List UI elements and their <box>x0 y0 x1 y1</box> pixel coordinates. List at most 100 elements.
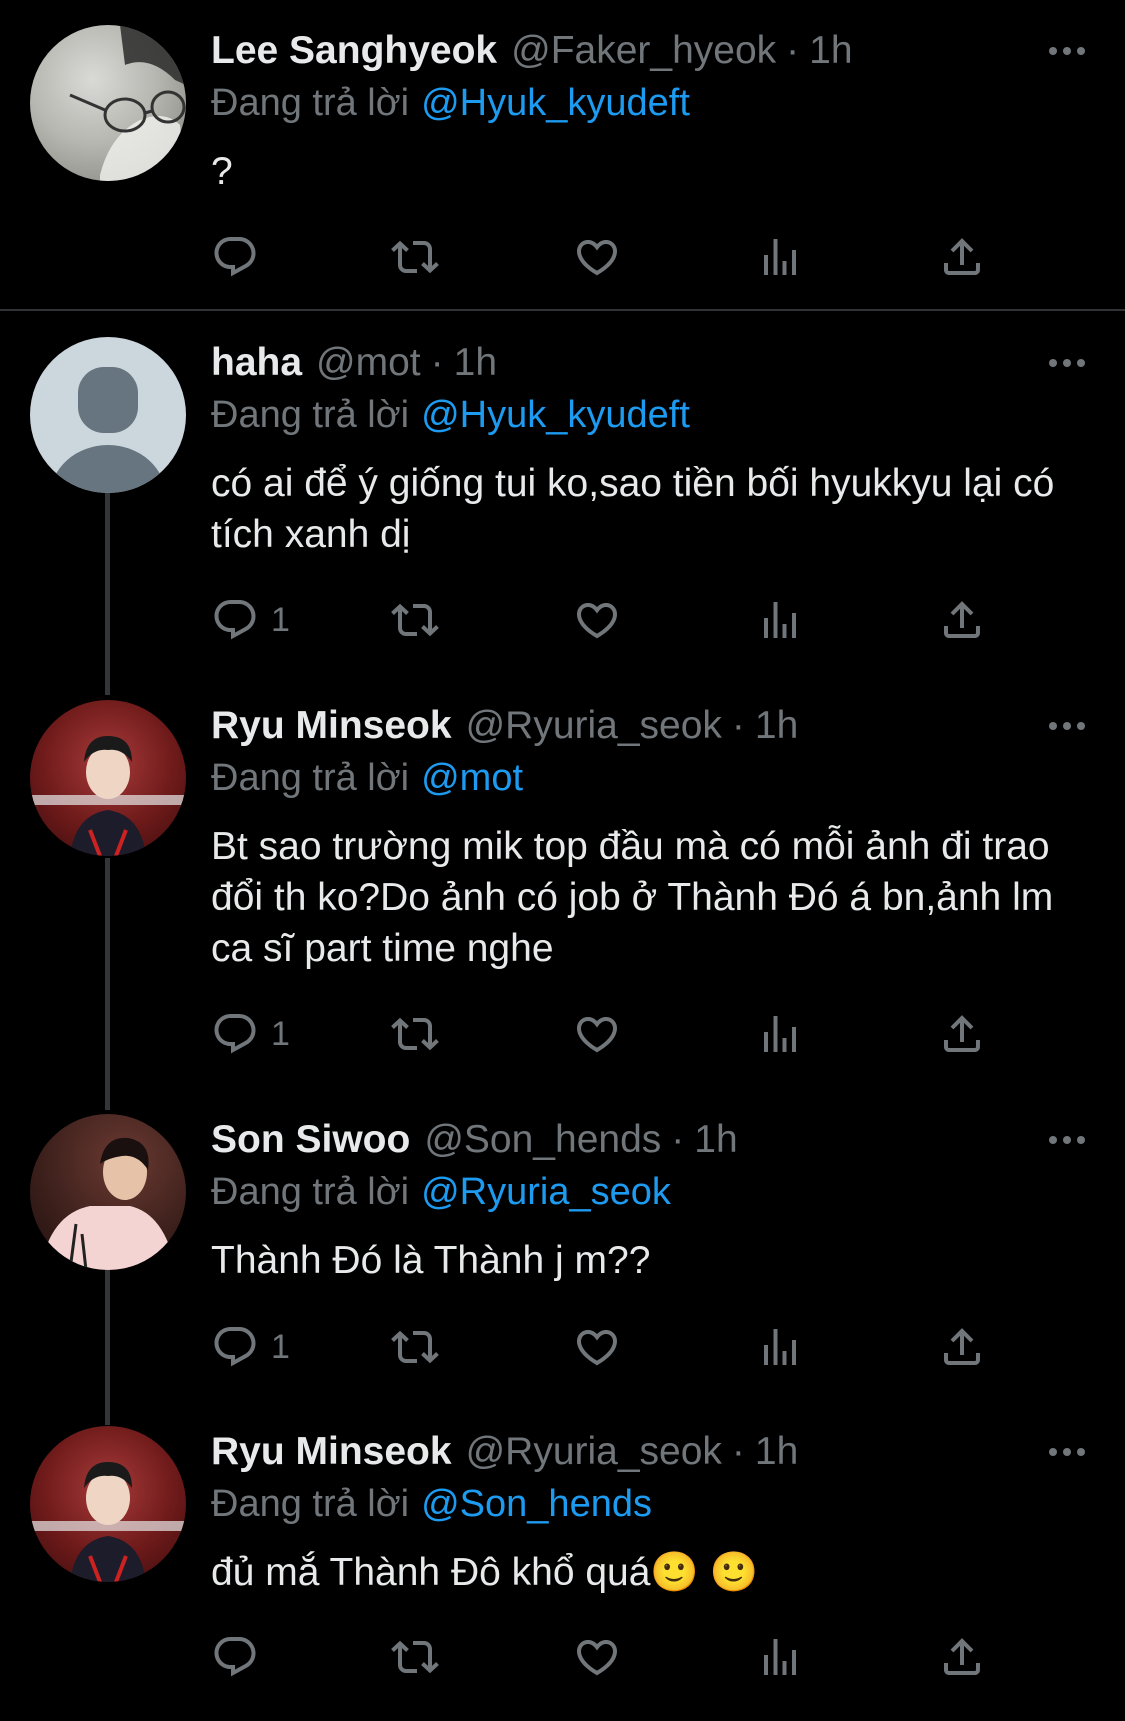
replying-to-handle[interactable]: @Hyuk_kyudeft <box>421 82 690 124</box>
person-photo-icon <box>40 1137 176 1270</box>
share-icon <box>938 233 986 281</box>
user-handle[interactable]: @Faker_hyeok <box>511 29 776 73</box>
user-handle[interactable]: @Son_hends <box>424 1118 661 1162</box>
views-button[interactable] <box>756 233 804 281</box>
son-photo-avatar[interactable] <box>30 1114 186 1270</box>
replying-to-handle[interactable]: @Son_hends <box>421 1483 652 1525</box>
separator-dot: · <box>786 29 800 72</box>
share-button[interactable] <box>938 233 986 281</box>
views-button[interactable] <box>756 596 804 644</box>
display-name[interactable]: Son Siwoo <box>211 1118 410 1162</box>
default-avatar[interactable] <box>30 337 186 493</box>
display-name[interactable]: Lee Sanghyeok <box>211 29 497 73</box>
retweet-icon <box>391 1010 439 1058</box>
like-icon <box>573 596 621 644</box>
timestamp[interactable]: 1h <box>454 341 497 385</box>
glasses-icon <box>69 25 186 181</box>
replying-to-label: Đang trả lời <box>211 1483 410 1525</box>
reply-count: 1 <box>271 1014 290 1053</box>
tweet[interactable]: haha @mot · 1h Đang trả lời @Hyuk_kyudeft… <box>0 312 1125 692</box>
tweet-text: có ai để ý giống tui ko,sao tiền bối hyu… <box>211 462 1055 556</box>
reply-button[interactable]: 1 <box>211 596 290 644</box>
divider <box>0 309 1125 311</box>
timestamp[interactable]: 1h <box>755 1430 798 1474</box>
user-handle[interactable]: @mot <box>316 341 421 385</box>
retweet-button[interactable] <box>391 1323 439 1371</box>
like-icon <box>573 1633 621 1681</box>
timestamp[interactable]: 1h <box>809 29 852 73</box>
timestamp[interactable]: 1h <box>694 1118 737 1162</box>
views-button[interactable] <box>756 1010 804 1058</box>
views-icon <box>756 1323 804 1371</box>
like-button[interactable] <box>573 1633 621 1681</box>
tweet[interactable]: Son Siwoo @Son_hends · 1h Đang trả lời @R… <box>0 1089 1125 1419</box>
person-photo-icon <box>30 1462 186 1582</box>
replying-to-handle[interactable]: @Ryuria_seok <box>421 1171 671 1213</box>
retweet-button[interactable] <box>391 1010 439 1058</box>
like-button[interactable] <box>573 1323 621 1371</box>
replying-to-label: Đang trả lời <box>211 757 410 799</box>
replying-to-label: Đang trả lời <box>211 82 410 124</box>
user-handle[interactable]: @Ryuria_seok <box>466 1430 722 1474</box>
share-button[interactable] <box>938 1323 986 1371</box>
views-button[interactable] <box>756 1323 804 1371</box>
tweet[interactable]: Ryu Minseok @Ryuria_seok · 1h Đang trả l… <box>0 675 1125 1095</box>
tweet[interactable]: Lee Sanghyeok @Faker_hyeok · 1h Đang trả… <box>0 0 1125 310</box>
share-icon <box>938 1633 986 1681</box>
retweet-button[interactable] <box>391 1633 439 1681</box>
replying-to: Đang trả lời @Hyuk_kyudeft <box>211 390 690 440</box>
reply-icon <box>211 233 259 281</box>
retweet-icon <box>391 1323 439 1371</box>
like-button[interactable] <box>573 233 621 281</box>
reply-icon <box>211 1633 259 1681</box>
display-name[interactable]: haha <box>211 341 302 385</box>
share-button[interactable] <box>938 1633 986 1681</box>
like-icon <box>573 233 621 281</box>
separator-dot: · <box>671 1118 685 1161</box>
replying-to-handle[interactable]: @Hyuk_kyudeft <box>421 394 690 436</box>
action-bar <box>211 233 1011 289</box>
more-icon[interactable] <box>1049 1426 1085 1478</box>
ryu-photo-avatar[interactable] <box>30 700 186 856</box>
retweet-button[interactable] <box>391 596 439 644</box>
views-button[interactable] <box>756 1633 804 1681</box>
faker-photo-avatar[interactable] <box>30 25 186 181</box>
more-icon[interactable] <box>1049 700 1085 752</box>
timestamp[interactable]: 1h <box>755 704 798 748</box>
ryu-photo-avatar[interactable] <box>30 1426 186 1582</box>
tweet-header: Ryu Minseok @Ryuria_seok · 1h <box>211 700 1085 752</box>
retweet-button[interactable] <box>391 233 439 281</box>
separator-dot: · <box>430 341 444 384</box>
user-handle[interactable]: @Ryuria_seok <box>466 704 722 748</box>
more-icon[interactable] <box>1049 1114 1085 1166</box>
more-icon[interactable] <box>1049 25 1085 77</box>
person-photo-icon <box>30 736 186 856</box>
separator-dot: · <box>731 1430 745 1473</box>
action-bar: 1 <box>211 1010 1011 1066</box>
views-icon <box>756 1010 804 1058</box>
reply-count: 1 <box>271 600 290 639</box>
more-icon[interactable] <box>1049 337 1085 389</box>
like-button[interactable] <box>573 1010 621 1058</box>
replying-to-handle[interactable]: @mot <box>421 757 523 799</box>
reply-icon <box>211 596 259 644</box>
like-button[interactable] <box>573 596 621 644</box>
tweet-text: Thành Đó là Thành j m?? <box>211 1239 651 1282</box>
reply-button[interactable]: 1 <box>211 1323 290 1371</box>
display-name[interactable]: Ryu Minseok <box>211 1430 452 1474</box>
tweet-text: ? <box>211 150 233 193</box>
share-button[interactable] <box>938 596 986 644</box>
share-icon <box>938 1323 986 1371</box>
reply-icon <box>211 1010 259 1058</box>
reply-button[interactable] <box>211 1633 271 1681</box>
reply-button[interactable] <box>211 233 271 281</box>
reply-button[interactable]: 1 <box>211 1010 290 1058</box>
retweet-icon <box>391 596 439 644</box>
display-name[interactable]: Ryu Minseok <box>211 704 452 748</box>
views-icon <box>756 1633 804 1681</box>
share-button[interactable] <box>938 1010 986 1058</box>
action-bar <box>211 1633 1011 1689</box>
tweet[interactable]: Ryu Minseok @Ryuria_seok · 1h Đang trả l… <box>0 1401 1125 1721</box>
replying-to: Đang trả lời @Hyuk_kyudeft <box>211 78 690 128</box>
replying-to-label: Đang trả lời <box>211 1171 410 1213</box>
